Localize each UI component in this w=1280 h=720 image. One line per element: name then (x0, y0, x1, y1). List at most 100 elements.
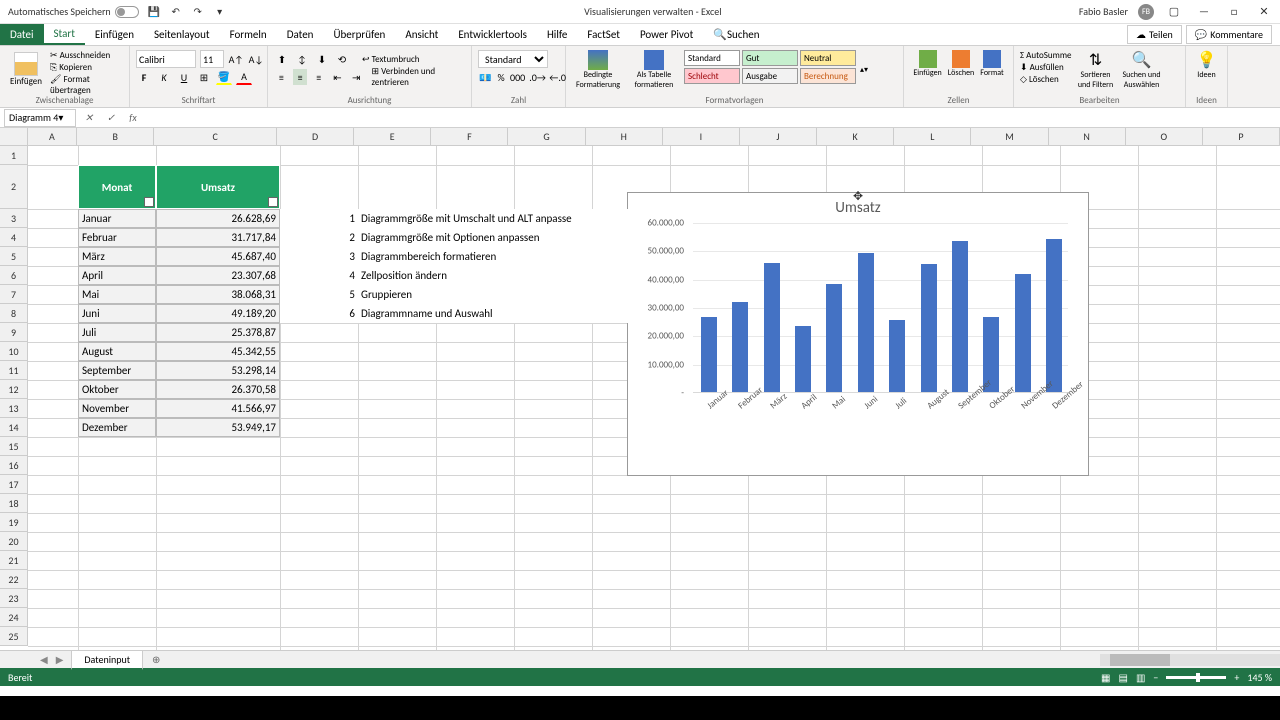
zoom-level[interactable]: 145 % (1247, 671, 1272, 684)
cell-umsatz-2[interactable]: 45.687,40 (156, 247, 280, 266)
tab-einfuegen[interactable]: Einfügen (85, 24, 144, 45)
row-header-23[interactable]: 23 (0, 589, 28, 608)
autosave-toggle[interactable]: Automatisches Speichern (8, 5, 139, 18)
cell-note-num-1[interactable]: 2 (280, 228, 358, 247)
chart-bar[interactable] (889, 320, 905, 392)
maximize-icon[interactable]: □ (1224, 2, 1244, 22)
comments-button[interactable]: 💬 Kommentare (1186, 25, 1272, 44)
conditional-formatting-button[interactable]: Bedingte Formatierung (572, 50, 624, 90)
tab-suchen[interactable]: 🔍 Suchen (703, 24, 769, 45)
fill-color-button[interactable]: 🪣 (216, 69, 232, 85)
cell-note-num-0[interactable]: 1 (280, 209, 358, 228)
cell-monat-11[interactable]: Dezember (78, 418, 156, 437)
row-header-18[interactable]: 18 (0, 494, 28, 513)
cell-note-num-4[interactable]: 5 (280, 285, 358, 304)
cell-umsatz-5[interactable]: 49.189,20 (156, 304, 280, 323)
cell-note-text-1[interactable]: Diagrammgröße mit Optionen anpassen (358, 228, 638, 247)
cell-monat-10[interactable]: November (78, 399, 156, 418)
row-header-6[interactable]: 6 (0, 266, 28, 285)
cell-note-text-5[interactable]: Diagrammname und Auswahl (358, 304, 638, 323)
cell-header-umsatz[interactable]: Umsatz▾ (156, 165, 280, 209)
row-header-13[interactable]: 13 (0, 399, 28, 418)
styles-more-icon[interactable]: ▴▾ (860, 50, 868, 90)
number-format-select[interactable]: Standard (478, 50, 548, 68)
row-header-25[interactable]: 25 (0, 627, 28, 646)
format-painter-button[interactable]: 🖌 Format übertragen (50, 74, 123, 96)
tab-ansicht[interactable]: Ansicht (395, 24, 448, 45)
cell-umsatz-10[interactable]: 41.566,97 (156, 399, 280, 418)
add-sheet-button[interactable]: ⊕ (147, 651, 165, 669)
redo-icon[interactable]: ↷ (191, 5, 205, 19)
col-header-I[interactable]: I (663, 128, 740, 145)
filter-arrow-monat[interactable]: ▾ (144, 197, 154, 207)
fill-button[interactable]: ⬇ Ausfüllen (1020, 62, 1072, 73)
copy-button[interactable]: ⎘ Kopieren (50, 62, 123, 73)
row-header-3[interactable]: 3 (0, 209, 28, 228)
col-header-M[interactable]: M (971, 128, 1048, 145)
col-header-A[interactable]: A (28, 128, 77, 145)
ribbon-display-icon[interactable]: ▢ (1164, 2, 1184, 22)
col-header-N[interactable]: N (1049, 128, 1126, 145)
minimize-icon[interactable]: — (1194, 2, 1214, 22)
cell-monat-4[interactable]: Mai (78, 285, 156, 304)
cell-umsatz-8[interactable]: 53.298,14 (156, 361, 280, 380)
horizontal-scrollbar[interactable] (1100, 654, 1280, 666)
row-header-14[interactable]: 14 (0, 418, 28, 437)
sheet-nav-prev-icon[interactable]: ◀ (40, 653, 48, 666)
cell-umsatz-11[interactable]: 53.949,17 (156, 418, 280, 437)
cell-monat-3[interactable]: April (78, 266, 156, 285)
col-header-G[interactable]: G (508, 128, 585, 145)
row-header-17[interactable]: 17 (0, 475, 28, 494)
align-center-icon[interactable]: ≡ (293, 69, 308, 85)
row-header-11[interactable]: 11 (0, 361, 28, 380)
row-header-19[interactable]: 19 (0, 513, 28, 532)
increase-indent-icon[interactable]: ⇥ (349, 69, 364, 85)
col-header-J[interactable]: J (740, 128, 817, 145)
zoom-out-icon[interactable]: − (1153, 671, 1158, 684)
bold-button[interactable]: F (136, 69, 152, 85)
style-neutral[interactable]: Neutral (800, 50, 856, 66)
close-icon[interactable]: ✕ (1254, 2, 1274, 22)
cell-umsatz-6[interactable]: 25.378,87 (156, 323, 280, 342)
style-gut[interactable]: Gut (742, 50, 798, 66)
paste-button[interactable]: Einfügen (6, 50, 46, 96)
cell-monat-8[interactable]: September (78, 361, 156, 380)
font-color-button[interactable]: A (236, 69, 252, 85)
cell-monat-7[interactable]: August (78, 342, 156, 361)
find-select-button[interactable]: 🔍Suchen und Auswählen (1120, 50, 1164, 90)
tab-formeln[interactable]: Formeln (220, 24, 277, 45)
style-berechnung[interactable]: Berechnung (800, 68, 856, 84)
cell-umsatz-0[interactable]: 26.628,69 (156, 209, 280, 228)
col-header-D[interactable]: D (277, 128, 354, 145)
col-header-P[interactable]: P (1203, 128, 1280, 145)
view-normal-icon[interactable]: ▦ (1101, 671, 1110, 684)
col-header-O[interactable]: O (1126, 128, 1203, 145)
row-header-7[interactable]: 7 (0, 285, 28, 304)
border-button[interactable]: ⊞ (196, 69, 212, 85)
qat-dropdown-icon[interactable]: ▾ (213, 5, 227, 19)
cell-note-num-2[interactable]: 3 (280, 247, 358, 266)
format-cells-button[interactable]: Format (980, 50, 1003, 78)
clear-button[interactable]: ◇ Löschen (1020, 74, 1072, 85)
align-top-icon[interactable]: ⬆ (274, 51, 290, 67)
cell-header-monat[interactable]: Monat▾ (78, 165, 156, 209)
col-header-E[interactable]: E (354, 128, 431, 145)
increase-font-icon[interactable]: A↑ (228, 51, 244, 67)
cell-monat-6[interactable]: Juli (78, 323, 156, 342)
view-pagebreak-icon[interactable]: ▥ (1136, 671, 1145, 684)
chart-bar[interactable] (732, 302, 748, 392)
style-schlecht[interactable]: Schlecht (684, 68, 740, 84)
col-header-B[interactable]: B (77, 128, 154, 145)
save-icon[interactable]: 💾 (147, 5, 161, 19)
filter-arrow-umsatz[interactable]: ▾ (268, 197, 278, 207)
align-right-icon[interactable]: ≡ (311, 69, 326, 85)
cell-note-text-3[interactable]: Zellposition ändern (358, 266, 638, 285)
row-header-4[interactable]: 4 (0, 228, 28, 247)
chart-bar[interactable] (795, 326, 811, 392)
cell-umsatz-4[interactable]: 38.068,31 (156, 285, 280, 304)
spreadsheet-grid[interactable]: ABCDEFGHIJKLMNOP 12345678910111213141516… (0, 128, 1280, 650)
col-header-K[interactable]: K (817, 128, 894, 145)
cell-monat-1[interactable]: Februar (78, 228, 156, 247)
sort-filter-button[interactable]: ⇅Sortieren und Filtern (1076, 50, 1116, 90)
align-bottom-icon[interactable]: ⬇ (314, 51, 330, 67)
